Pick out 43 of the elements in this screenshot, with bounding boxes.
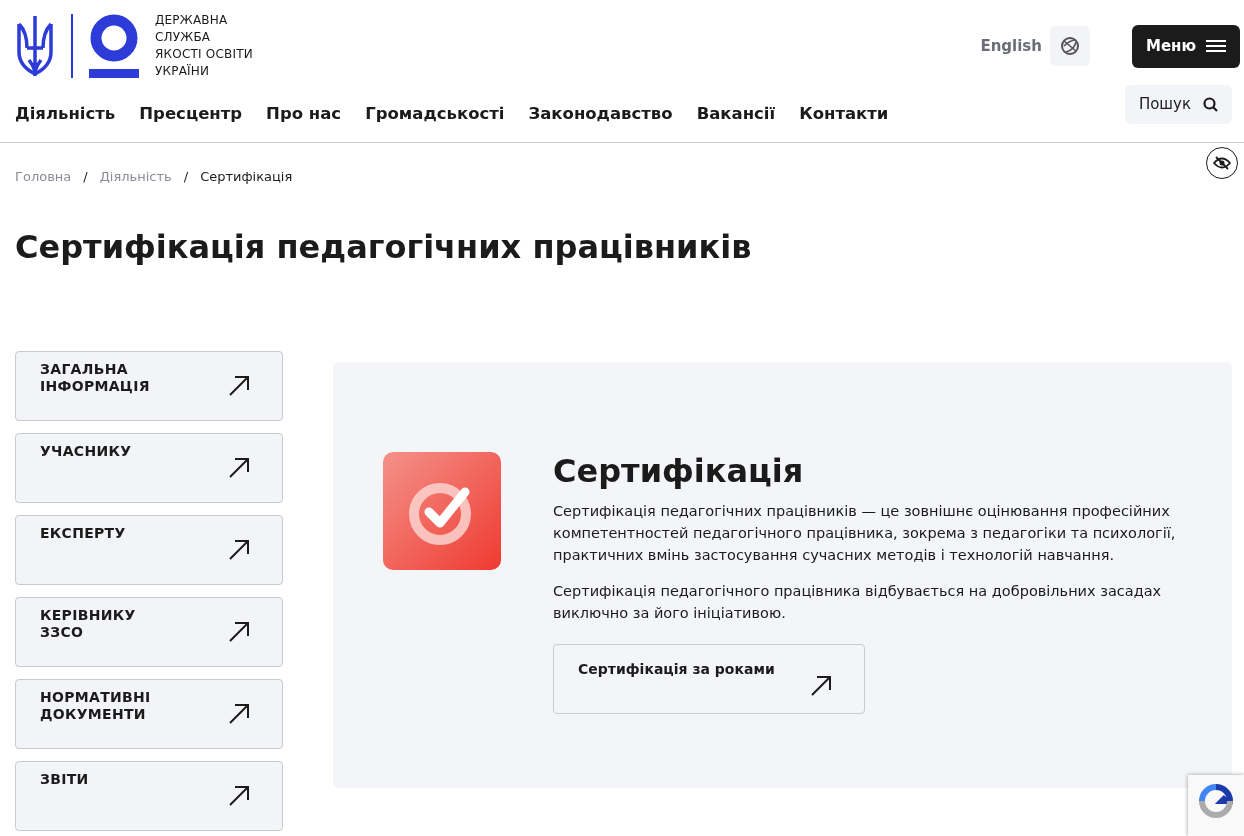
nav-link[interactable]: Вакансії <box>696 103 776 123</box>
globe-button[interactable] <box>1049 26 1090 66</box>
sidebar-item[interactable]: НОРМАТИВНІ ДОКУМЕНТИ <box>15 679 283 749</box>
accessibility-button[interactable] <box>1206 147 1238 179</box>
trident-icon <box>15 14 55 78</box>
menu-icon <box>1206 40 1226 52</box>
arrow-icon <box>228 539 250 561</box>
nav-link[interactable]: Діяльність <box>15 103 116 123</box>
arrow-icon <box>228 785 250 807</box>
page-title: Сертифікація педагогічних працівників <box>15 228 753 266</box>
card-paragraph: Сертифікація педагогічного працівника відбувається на добровільних засадах виключно за його ініціативою. <box>553 582 1163 623</box>
sidebar-item[interactable]: ЗВІТИ <box>15 761 283 831</box>
nav-link[interactable]: Контакти <box>799 103 889 123</box>
nav-link[interactable]: Законодавство <box>528 103 673 123</box>
arrow-icon <box>228 621 250 643</box>
menu-button[interactable]: Меню <box>1131 24 1240 68</box>
nav-link[interactable]: Пресцентр <box>139 103 243 123</box>
globe-icon <box>1059 36 1080 56</box>
search-icon <box>1203 96 1218 112</box>
years-link-button[interactable]: Сертифікація за роками <box>553 644 865 714</box>
sidebar-item[interactable]: ЕКСПЕРТУ <box>15 515 283 585</box>
breadcrumb-link[interactable]: Сертифікація <box>200 169 293 184</box>
logo-icon <box>89 14 139 78</box>
breadcrumb-separator: / <box>83 169 88 184</box>
search-button[interactable]: Пошук <box>1124 84 1232 124</box>
card-title: Сертифікація <box>553 452 805 490</box>
language-link[interactable]: English <box>980 37 1042 55</box>
sidebar-item[interactable]: УЧАСНИКУ <box>15 433 283 503</box>
arrow-icon <box>228 375 250 397</box>
recaptcha-badge[interactable] <box>1188 775 1244 836</box>
sidebar-item[interactable]: КЕРІВНИКУ ЗЗСО <box>15 597 283 667</box>
arrow-icon <box>228 457 250 479</box>
recaptcha-icon <box>1198 783 1234 819</box>
eye-off-icon <box>1213 156 1231 170</box>
nav-link[interactable]: Про нас <box>266 103 342 123</box>
arrow-icon <box>228 703 250 725</box>
nav-link[interactable]: Громадськості <box>365 103 505 123</box>
card-paragraph: Сертифікація педагогічних працівників — це зовнішнє оцінювання професійних компетентностей педагогічного працівника, зокрема з педагогіки та психології, практичних вмінь застосування сучасних методів і технологій навчання. <box>553 502 1177 565</box>
arrow-icon <box>810 675 832 697</box>
logo-text: ДЕРЖАВНА СЛУЖБА ЯКОСТІ ОСВІТИ УКРАЇНИ <box>155 12 253 80</box>
sidebar-item[interactable]: ЗАГАЛЬНА ІНФОРМАЦІЯ <box>15 351 283 421</box>
certificate-check-icon <box>383 452 501 570</box>
breadcrumb-separator: / <box>183 169 189 184</box>
